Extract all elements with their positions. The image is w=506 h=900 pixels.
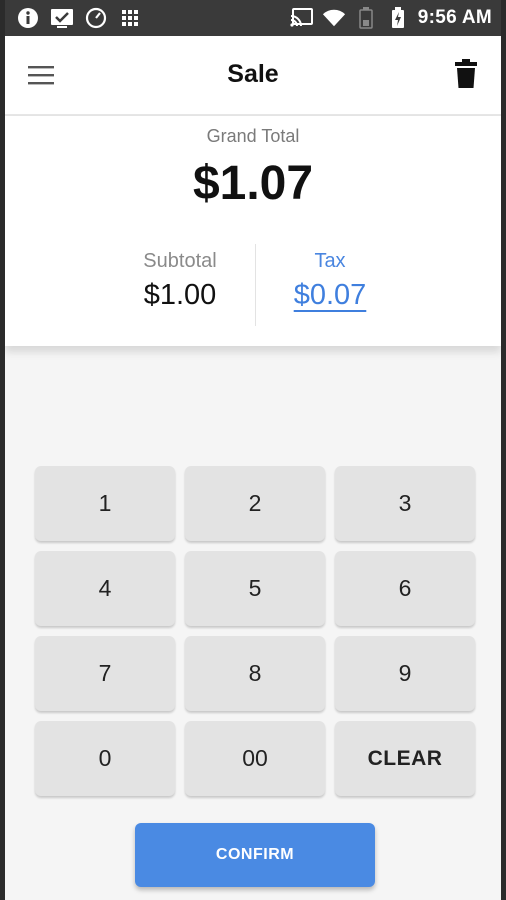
delete-button[interactable] <box>453 58 485 94</box>
grid-dots-icon <box>118 6 142 30</box>
battery-empty-icon <box>354 6 378 30</box>
status-time: 9:56 AM <box>417 7 492 28</box>
tax-value-link[interactable]: $0.07 <box>294 279 367 311</box>
tax-section: Tax $0.07 <box>245 250 415 312</box>
check-box-icon <box>50 6 74 30</box>
trash-icon <box>455 59 477 88</box>
key-5[interactable]: 5 <box>185 551 325 626</box>
numeric-keypad: 1 2 3 4 5 6 7 8 9 0 00 CLEAR <box>35 466 475 796</box>
status-left-icons <box>16 6 142 30</box>
grand-total-label: Grand Total <box>206 126 300 146</box>
battery-charging-icon <box>386 6 410 30</box>
status-bar: 9:56 AM <box>0 0 506 36</box>
key-7[interactable]: 7 <box>35 636 175 711</box>
clock-icon <box>84 6 108 30</box>
status-right-icons: 9:56 AM <box>290 6 492 30</box>
tax-label: Tax <box>314 250 346 272</box>
grand-total-value: $1.07 <box>192 157 314 210</box>
key-9[interactable]: 9 <box>335 636 475 711</box>
subtotal-section: Subtotal $1.00 <box>90 250 270 312</box>
key-0[interactable]: 0 <box>35 721 175 796</box>
key-8[interactable]: 8 <box>185 636 325 711</box>
confirm-button[interactable]: CONFIRM <box>135 823 375 887</box>
wifi-icon <box>322 6 346 30</box>
key-6[interactable]: 6 <box>335 551 475 626</box>
device-frame-left <box>0 0 5 900</box>
subtotal-value: $1.00 <box>143 279 217 311</box>
clear-button[interactable]: CLEAR <box>335 721 475 796</box>
key-00[interactable]: 00 <box>185 721 325 796</box>
subtotal-label: Subtotal <box>143 250 217 272</box>
device-frame-right <box>501 0 506 900</box>
totals-card: Grand Total $1.07 Subtotal $1.00 Tax $0.… <box>5 116 501 346</box>
cast-icon <box>290 6 314 30</box>
info-icon <box>16 6 40 30</box>
app-bar: Sale <box>5 36 501 116</box>
key-3[interactable]: 3 <box>335 466 475 541</box>
sale-screen: 9:56 AM Sale Grand Total $1.07 Subtotal <box>0 0 506 900</box>
page-title: Sale <box>227 60 279 88</box>
key-4[interactable]: 4 <box>35 551 175 626</box>
key-2[interactable]: 2 <box>185 466 325 541</box>
key-1[interactable]: 1 <box>35 466 175 541</box>
